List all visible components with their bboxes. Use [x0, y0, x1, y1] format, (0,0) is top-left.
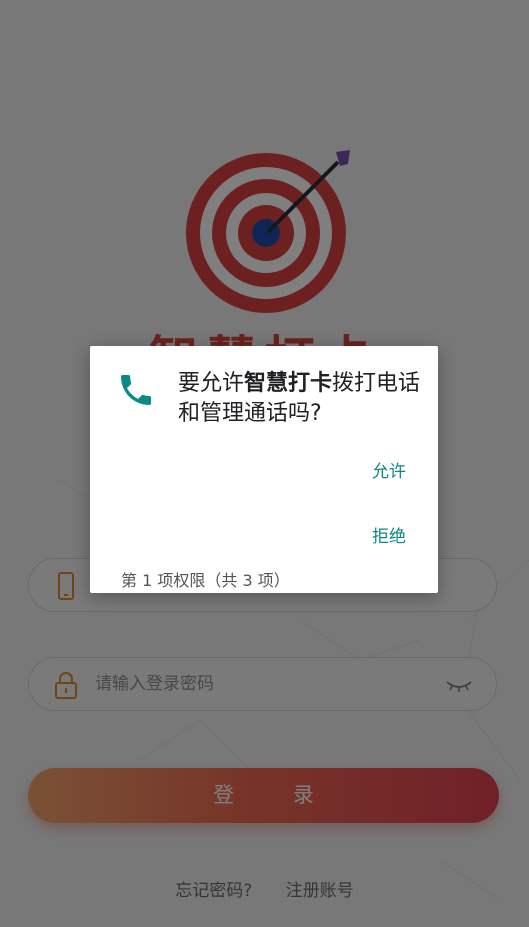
permission-counter: 第 1 项权限（共 3 项）	[121, 571, 290, 590]
deny-button[interactable]: 拒绝	[372, 522, 406, 547]
login-screen: 智慧打卡 让考勤更简单 登 录 忘记密码? 注册账号 要允许智慧打卡	[0, 0, 529, 927]
dialog-app-name: 智慧打卡	[244, 371, 333, 396]
allow-button[interactable]: 允许	[372, 457, 406, 482]
phone-icon	[121, 375, 151, 405]
dialog-message: 要允许智慧打卡拨打电话和管理通话吗?	[178, 371, 421, 426]
permission-dialog: 要允许智慧打卡拨打电话和管理通话吗? 允许 拒绝 第 1 项权限（共 3 项）	[90, 346, 438, 593]
